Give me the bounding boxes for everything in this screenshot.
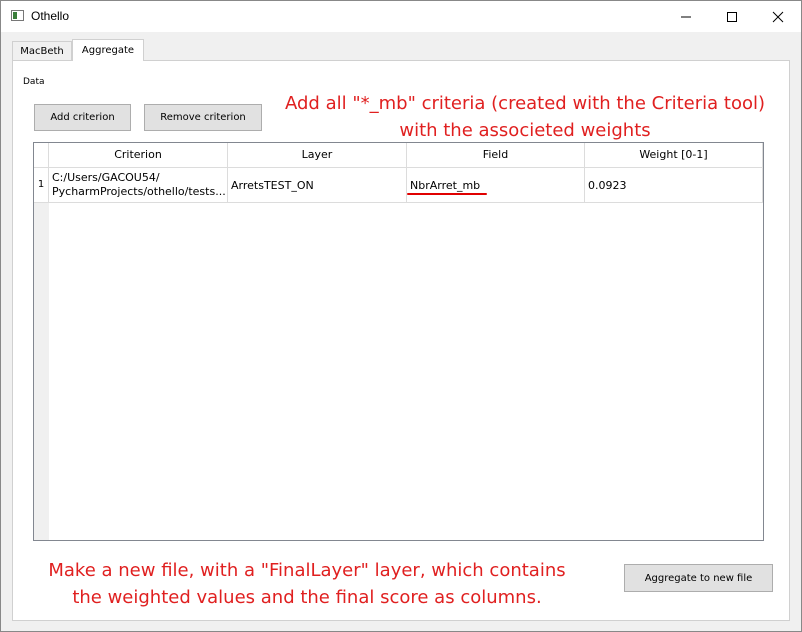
title-bar[interactable]: Othello: [1, 1, 801, 32]
criterion-path-line1: C:/Users/GACOU54/: [52, 171, 160, 184]
column-header-layer[interactable]: Layer: [228, 143, 407, 168]
maximize-button[interactable]: [709, 1, 755, 32]
column-header-criterion[interactable]: Criterion: [49, 143, 228, 168]
add-criterion-button[interactable]: Add criterion: [34, 104, 131, 131]
criterion-cell[interactable]: C:/Users/GACOU54/ PycharmProjects/othell…: [49, 168, 228, 203]
bottom-annotation: Make a new file, with a "FinalLayer" lay…: [28, 557, 586, 611]
close-button[interactable]: [755, 1, 801, 32]
aggregate-to-new-file-button[interactable]: Aggregate to new file: [624, 564, 773, 592]
criteria-table[interactable]: Criterion Layer Field Weight [0-1] 1 C:/…: [33, 142, 764, 541]
tab-macbeth[interactable]: MacBeth: [12, 41, 72, 60]
field-cell[interactable]: NbrArret_mb: [407, 168, 585, 203]
weight-cell[interactable]: 0.0923: [585, 168, 763, 203]
minimize-icon: [681, 16, 691, 18]
criterion-path-line2: PycharmProjects/othello/tests...: [52, 185, 226, 198]
data-section-label: Data: [23, 77, 45, 87]
layer-cell[interactable]: ArretsTEST_ON: [228, 168, 407, 203]
table-empty-area: [49, 203, 763, 540]
row-header[interactable]: 1: [34, 168, 49, 203]
table-corner[interactable]: [34, 143, 49, 168]
app-window-icon: [11, 10, 24, 21]
top-annotation: Add all "*_mb" criteria (created with th…: [262, 90, 788, 144]
tab-aggregate[interactable]: Aggregate: [72, 39, 144, 61]
remove-criterion-button[interactable]: Remove criterion: [144, 104, 262, 131]
top-annotation-line1: Add all "*_mb" criteria (created with th…: [285, 93, 765, 114]
bottom-annotation-line2: the weighted values and the final score …: [72, 587, 542, 608]
field-highlight-underline: [407, 193, 487, 195]
window-title: Othello: [31, 9, 70, 23]
maximize-icon: [727, 12, 737, 22]
close-icon: [772, 11, 784, 23]
column-header-weight[interactable]: Weight [0-1]: [585, 143, 763, 168]
column-header-field[interactable]: Field: [407, 143, 585, 168]
minimize-button[interactable]: [663, 1, 709, 32]
bottom-annotation-line1: Make a new file, with a "FinalLayer" lay…: [48, 560, 566, 581]
top-annotation-line2: with the associeted weights: [399, 120, 651, 141]
